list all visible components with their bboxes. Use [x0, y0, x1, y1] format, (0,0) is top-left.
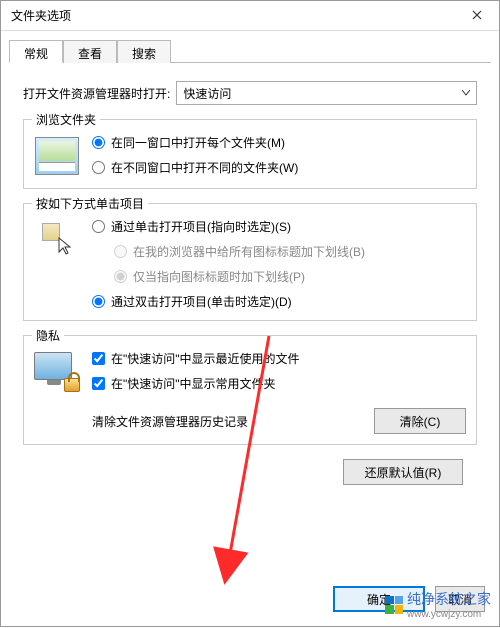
window-title: 文件夹选项	[11, 7, 71, 24]
folder-options-dialog: 文件夹选项 常规 查看 搜索 打开文件资源管理器时打开: 快速访问	[0, 0, 500, 627]
radio-underline-all-label: 在我的浏览器中给所有图标标题加下划线(B)	[133, 243, 365, 260]
close-button[interactable]	[454, 1, 499, 31]
titlebar: 文件夹选项	[1, 1, 499, 31]
clear-history-label: 清除文件资源管理器历史记录	[92, 413, 248, 430]
radio-underline-hover: 仅当指向图标标题时加下划线(P)	[114, 268, 466, 285]
open-explorer-dropdown[interactable]: 快速访问	[176, 81, 477, 105]
lock-icon	[64, 378, 80, 392]
checkbox-recent-files[interactable]: 在"快速访问"中显示最近使用的文件	[92, 350, 466, 367]
radio-single-click-label: 通过单击打开项目(指向时选定)(S)	[111, 218, 291, 235]
restore-row: 还原默认值(R)	[23, 459, 463, 485]
privacy-legend: 隐私	[32, 327, 64, 344]
tabstrip: 常规 查看 搜索	[9, 39, 491, 63]
radio-new-window[interactable]: 在不同窗口中打开不同的文件夹(W)	[92, 159, 466, 176]
radio-double-click-input[interactable]	[92, 295, 105, 308]
content-area: 常规 查看 搜索 打开文件资源管理器时打开: 快速访问 浏览文件夹	[1, 31, 499, 495]
tab-general[interactable]: 常规	[9, 40, 63, 63]
dialog-footer: 确定 取消	[9, 576, 491, 618]
open-explorer-selected: 快速访问	[183, 85, 231, 102]
checkbox-recent-files-label: 在"快速访问"中显示最近使用的文件	[111, 350, 300, 367]
checkbox-recent-files-input[interactable]	[92, 352, 105, 365]
radio-same-window[interactable]: 在同一窗口中打开每个文件夹(M)	[92, 134, 466, 151]
radio-single-click[interactable]: 通过单击打开项目(指向时选定)(S)	[92, 218, 466, 235]
radio-underline-hover-input	[114, 270, 127, 283]
tab-search[interactable]: 搜索	[117, 40, 171, 63]
radio-single-click-input[interactable]	[92, 220, 105, 233]
radio-underline-hover-label: 仅当指向图标标题时加下划线(P)	[133, 268, 305, 285]
privacy-icon	[34, 350, 80, 394]
radio-same-window-input[interactable]	[92, 136, 105, 149]
radio-new-window-input[interactable]	[92, 161, 105, 174]
tab-view[interactable]: 查看	[63, 40, 117, 63]
ok-button[interactable]: 确定	[333, 586, 425, 612]
click-cursor-icon	[34, 218, 80, 262]
radio-new-window-label: 在不同窗口中打开不同的文件夹(W)	[111, 159, 298, 176]
checkbox-frequent-folders[interactable]: 在"快速访问"中显示常用文件夹	[92, 375, 466, 392]
radio-double-click[interactable]: 通过双击打开项目(单击时选定)(D)	[92, 293, 466, 310]
radio-same-window-label: 在同一窗口中打开每个文件夹(M)	[111, 134, 285, 151]
radio-underline-all: 在我的浏览器中给所有图标标题加下划线(B)	[114, 243, 466, 260]
radio-double-click-label: 通过双击打开项目(单击时选定)(D)	[111, 293, 292, 310]
open-explorer-label: 打开文件资源管理器时打开:	[23, 85, 170, 102]
folder-preview-icon	[34, 134, 80, 178]
restore-defaults-button[interactable]: 还原默认值(R)	[343, 459, 463, 485]
privacy-fieldset: 隐私 在"快速访问"中显示最近使用的文件	[23, 335, 477, 445]
chevron-down-icon	[462, 90, 470, 96]
radio-underline-all-input	[114, 245, 127, 258]
click-legend: 按如下方式单击项目	[32, 195, 148, 212]
open-explorer-row: 打开文件资源管理器时打开: 快速访问	[23, 81, 477, 105]
clear-button[interactable]: 清除(C)	[374, 408, 466, 434]
checkbox-frequent-folders-input[interactable]	[92, 377, 105, 390]
close-icon	[472, 9, 482, 23]
browse-fieldset: 浏览文件夹 在同一窗口中打开每个文件夹(M) 在不同窗口中打开不同的文件夹(W)	[23, 119, 477, 189]
click-fieldset: 按如下方式单击项目 通过单击打开项目(指向时选定)(S)	[23, 203, 477, 321]
browse-legend: 浏览文件夹	[32, 111, 100, 128]
cancel-button[interactable]: 取消	[435, 586, 485, 612]
checkbox-frequent-folders-label: 在"快速访问"中显示常用文件夹	[111, 375, 276, 392]
clear-history-row: 清除文件资源管理器历史记录 清除(C)	[92, 408, 466, 434]
tab-panel-general: 打开文件资源管理器时打开: 快速访问 浏览文件夹	[9, 63, 491, 495]
